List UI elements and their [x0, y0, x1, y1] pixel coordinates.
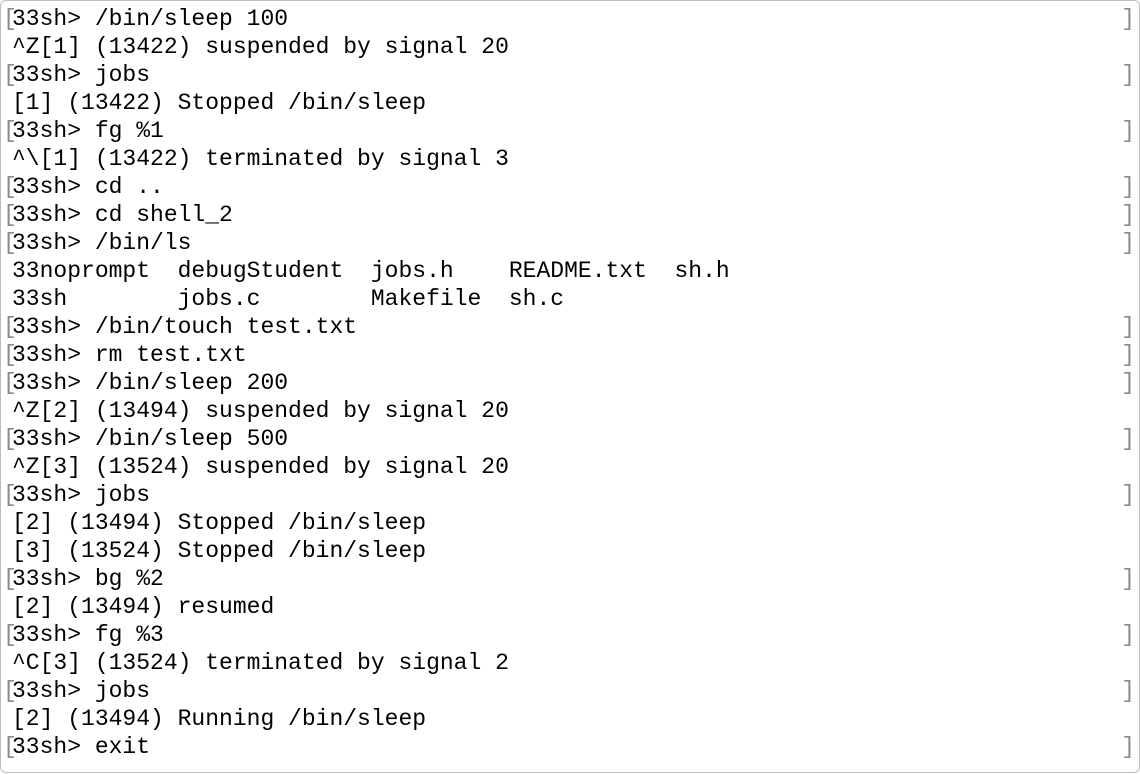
command-line: [] 33sh> /bin/sleep 100 — [1, 5, 1139, 33]
command-line: [] 33sh> rm test.txt — [1, 341, 1139, 369]
output-line: [3] (13524) Stopped /bin/sleep — [1, 537, 1139, 565]
output-line: ^Z[3] (13524) suspended by signal 20 — [1, 453, 1139, 481]
command-text: 33sh> cd .. — [12, 174, 164, 200]
output-text: [3] (13524) Stopped /bin/sleep — [12, 538, 427, 564]
command-line: [] 33sh> jobs — [1, 61, 1139, 89]
output-text: ^Z[2] (13494) suspended by signal 20 — [12, 398, 509, 424]
line-bracket-close: ] — [1121, 678, 1135, 704]
output-text: [1] (13422) Stopped /bin/sleep — [12, 90, 427, 116]
output-text: 33noprompt debugStudent jobs.h README.tx… — [12, 258, 730, 284]
command-line: [] 33sh> jobs — [1, 677, 1139, 705]
terminal-output: [] 33sh> /bin/sleep 100 ^Z[1] (13422) susp… — [1, 5, 1139, 761]
line-bracket-close: ] — [1121, 482, 1135, 508]
command-text: 33sh> jobs — [12, 62, 151, 88]
command-text: 33sh> bg %2 — [12, 566, 164, 592]
command-text: 33sh> /bin/sleep 200 — [12, 370, 289, 396]
command-line: [] 33sh> fg %3 — [1, 621, 1139, 649]
command-line: [] 33sh> fg %1 — [1, 117, 1139, 145]
output-line: [1] (13422) Stopped /bin/sleep — [1, 89, 1139, 117]
command-text: 33sh> /bin/sleep 500 — [12, 426, 289, 452]
line-bracket-close: ] — [1121, 370, 1135, 396]
output-line: ^\[1] (13422) terminated by signal 3 — [1, 145, 1139, 173]
command-text: 33sh> jobs — [12, 678, 151, 704]
command-text: 33sh> /bin/touch test.txt — [12, 314, 358, 340]
output-line: [2] (13494) Running /bin/sleep — [1, 705, 1139, 733]
command-text: 33sh> jobs — [12, 482, 151, 508]
output-text: 33sh jobs.c Makefile sh.c — [12, 286, 565, 312]
line-bracket-close: ] — [1121, 202, 1135, 228]
line-bracket-close: ] — [1121, 62, 1135, 88]
output-line: ^Z[2] (13494) suspended by signal 20 — [1, 397, 1139, 425]
command-text: 33sh> fg %1 — [12, 118, 164, 144]
output-text: [2] (13494) Running /bin/sleep — [12, 706, 427, 732]
line-bracket-close: ] — [1121, 230, 1135, 256]
line-bracket-close: ] — [1121, 118, 1135, 144]
line-bracket-close: ] — [1121, 426, 1135, 452]
output-text: [2] (13494) resumed — [12, 594, 275, 620]
output-text: ^Z[3] (13524) suspended by signal 20 — [12, 454, 509, 480]
command-line: [] 33sh> /bin/sleep 200 — [1, 369, 1139, 397]
line-bracket-close: ] — [1121, 6, 1135, 32]
output-text: [2] (13494) Stopped /bin/sleep — [12, 510, 427, 536]
line-bracket-close: ] — [1121, 566, 1135, 592]
command-line: [] 33sh> /bin/ls — [1, 229, 1139, 257]
terminal-window[interactable]: [] 33sh> /bin/sleep 100 ^Z[1] (13422) susp… — [0, 0, 1140, 773]
line-bracket-close: ] — [1121, 342, 1135, 368]
output-line: 33noprompt debugStudent jobs.h README.tx… — [1, 257, 1139, 285]
command-text: 33sh> exit — [12, 734, 151, 760]
line-bracket-close: ] — [1121, 314, 1135, 340]
command-line: [] 33sh> jobs — [1, 481, 1139, 509]
command-line: [] 33sh> cd shell_2 — [1, 201, 1139, 229]
command-text: 33sh> fg %3 — [12, 622, 164, 648]
output-line: ^Z[1] (13422) suspended by signal 20 — [1, 33, 1139, 61]
command-line: [] 33sh> cd .. — [1, 173, 1139, 201]
output-line: [2] (13494) resumed — [1, 593, 1139, 621]
command-text: 33sh> cd shell_2 — [12, 202, 233, 228]
output-line: [2] (13494) Stopped /bin/sleep — [1, 509, 1139, 537]
command-text: 33sh> /bin/sleep 100 — [12, 6, 289, 32]
line-bracket-close: ] — [1121, 734, 1135, 760]
command-line: [] 33sh> /bin/sleep 500 — [1, 425, 1139, 453]
output-text: ^\[1] (13422) terminated by signal 3 — [12, 146, 509, 172]
output-line: 33sh jobs.c Makefile sh.c — [1, 285, 1139, 313]
line-bracket-close: ] — [1121, 174, 1135, 200]
line-bracket-close: ] — [1121, 622, 1135, 648]
command-text: 33sh> rm test.txt — [12, 342, 247, 368]
output-text: ^Z[1] (13422) suspended by signal 20 — [12, 34, 509, 60]
command-text: 33sh> /bin/ls — [12, 230, 192, 256]
output-text: ^C[3] (13524) terminated by signal 2 — [12, 650, 509, 676]
command-line: [] 33sh> exit — [1, 733, 1139, 761]
command-line: [] 33sh> /bin/touch test.txt — [1, 313, 1139, 341]
output-line: ^C[3] (13524) terminated by signal 2 — [1, 649, 1139, 677]
command-line: [] 33sh> bg %2 — [1, 565, 1139, 593]
